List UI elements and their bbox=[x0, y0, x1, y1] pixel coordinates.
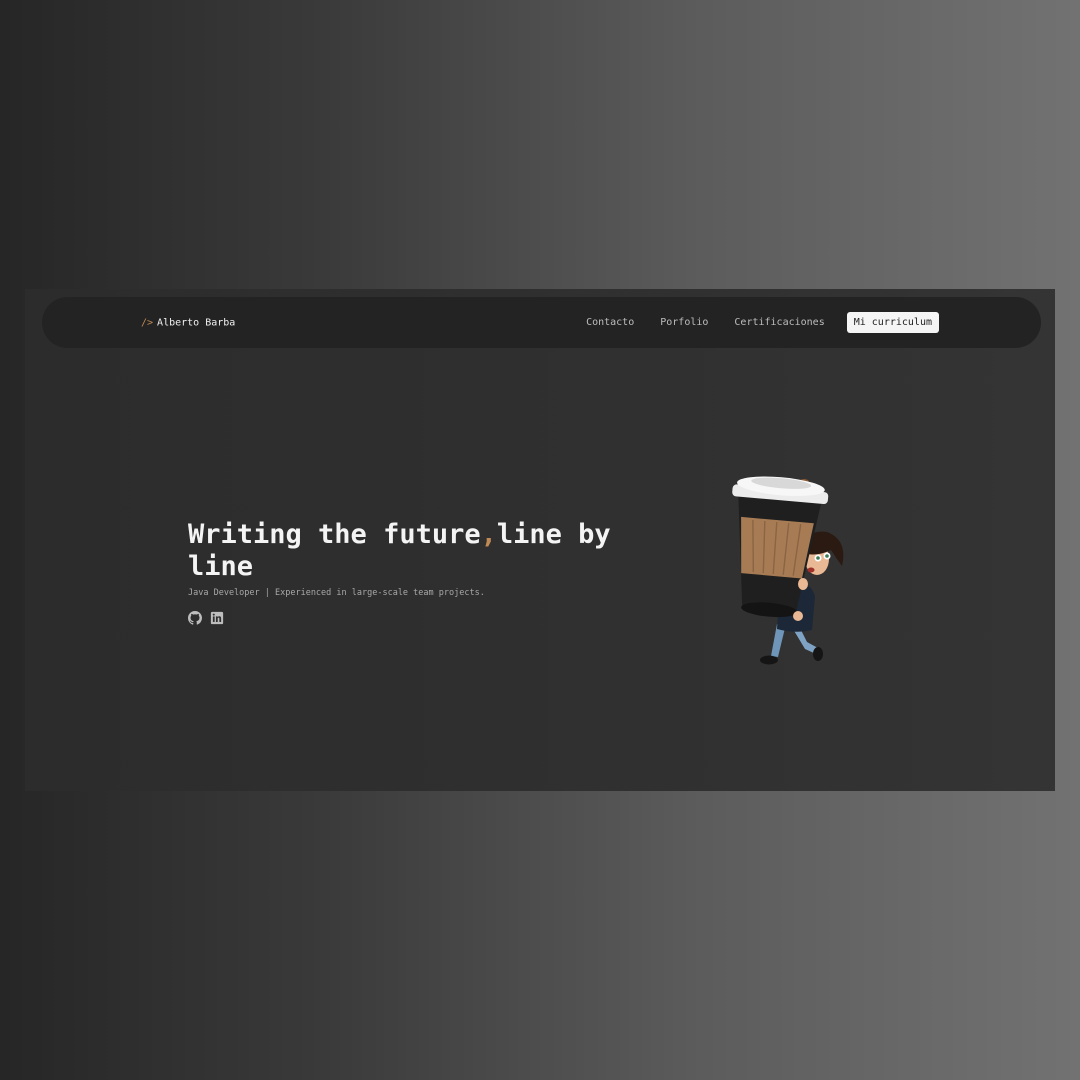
nav-links: Contacto Porfolio Certificaciones Mi cur… bbox=[560, 297, 939, 348]
hero-title-comma: , bbox=[480, 519, 497, 550]
hero-title-part1: Writing the future bbox=[188, 519, 481, 550]
navbar: /> Alberto Barba Contacto Porfolio Certif… bbox=[42, 297, 1041, 348]
nav-link-porfolio[interactable]: Porfolio bbox=[660, 317, 708, 328]
hero-section: Writing the future,line by line Java Dev… bbox=[188, 519, 648, 625]
hero-title: Writing the future,line by line bbox=[188, 519, 648, 583]
github-icon[interactable] bbox=[188, 610, 202, 625]
brand-prefix: /> bbox=[141, 317, 154, 329]
curriculum-button[interactable]: Mi curriculum bbox=[846, 312, 939, 333]
hero-subtitle: Java Developer | Experienced in large-sc… bbox=[188, 588, 485, 598]
brand-logo[interactable]: /> Alberto Barba bbox=[141, 318, 235, 329]
nav-link-certificaciones[interactable]: Certificaciones bbox=[734, 317, 824, 328]
linkedin-icon[interactable] bbox=[210, 610, 224, 625]
nav-link-contacto[interactable]: Contacto bbox=[586, 317, 634, 328]
social-links bbox=[188, 610, 648, 625]
website-screenshot: /> Alberto Barba Contacto Porfolio Certif… bbox=[25, 289, 1055, 791]
coffee-avatar-illustration bbox=[732, 476, 844, 665]
brand-name: Alberto Barba bbox=[157, 317, 236, 329]
